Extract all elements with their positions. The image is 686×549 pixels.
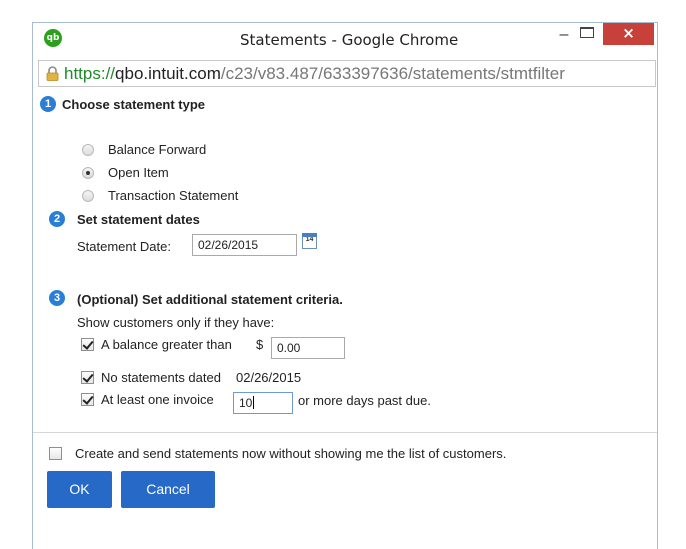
invoice-days-value: 10 [239, 396, 253, 410]
step-2-badge: 2 [49, 211, 65, 227]
overdue-invoice-suffix: or more days past due. [298, 393, 431, 408]
minimize-button[interactable]: – [553, 24, 575, 46]
url-text[interactable]: https://qbo.intuit.com/c23/v83.487/63339… [64, 64, 565, 84]
lock-icon [46, 66, 59, 81]
send-now-label[interactable]: Create and send statements now without s… [75, 446, 506, 461]
step-1-badge: 1 [40, 96, 56, 112]
step-3-title: (Optional) Set additional statement crit… [77, 292, 343, 307]
currency-symbol: $ [256, 337, 264, 352]
radio-transaction-statement[interactable] [82, 190, 94, 202]
statement-date-label: Statement Date: [77, 239, 171, 254]
url-scheme: https:// [64, 64, 116, 83]
no-statements-date: 02/26/2015 [236, 370, 302, 385]
balance-greater-label[interactable]: A balance greater than [101, 337, 232, 352]
overdue-invoice-checkbox[interactable] [81, 393, 94, 406]
no-statements-checkbox[interactable] [81, 371, 94, 384]
radio-balance-forward[interactable] [82, 144, 94, 156]
radio-open-item[interactable] [82, 167, 94, 179]
send-now-checkbox[interactable] [49, 447, 62, 460]
radio-open-item-label[interactable]: Open Item [108, 165, 169, 180]
step-1-title: Choose statement type [62, 97, 206, 112]
balance-amount-input[interactable]: 0.00 [271, 337, 345, 359]
ok-button[interactable]: OK [47, 471, 112, 508]
section-divider [33, 432, 657, 433]
cancel-button[interactable]: Cancel [121, 471, 215, 508]
quickbooks-logo-icon: qb [44, 29, 62, 47]
step-3-badge: 3 [49, 290, 65, 306]
overdue-invoice-label[interactable]: At least one invoice [101, 392, 214, 407]
no-statements-label[interactable]: No statements dated [101, 370, 221, 385]
text-caret [253, 396, 255, 409]
criteria-subtitle: Show customers only if they have: [77, 315, 275, 330]
url-host: qbo.intuit.com [115, 64, 221, 83]
statement-date-input[interactable]: 02/26/2015 [192, 234, 297, 256]
balance-greater-checkbox[interactable] [81, 338, 94, 351]
invoice-days-input[interactable]: 10 [233, 392, 293, 414]
calendar-icon[interactable]: 14 [302, 233, 317, 249]
url-path: /c23/v83.487/633397636/statements/stmtfi… [220, 64, 565, 83]
close-button[interactable]: × [603, 23, 654, 45]
radio-transaction-statement-label[interactable]: Transaction Statement [108, 188, 238, 203]
step-2-title: Set statement dates [77, 212, 200, 227]
window-title: Statements - Google Chrome [240, 31, 459, 49]
maximize-button[interactable] [580, 27, 594, 38]
radio-balance-forward-label[interactable]: Balance Forward [108, 142, 206, 157]
